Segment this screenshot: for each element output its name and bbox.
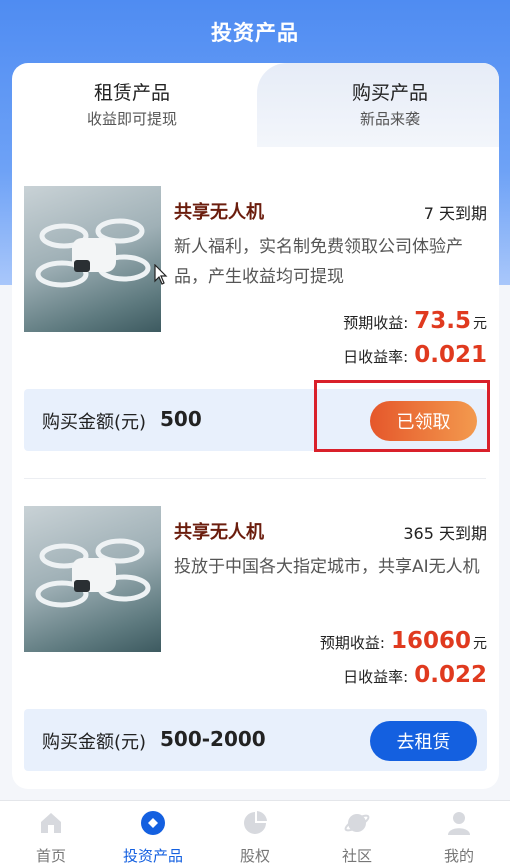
amount-label: 购买金额(元) (42, 732, 147, 753)
product-image (24, 186, 161, 332)
tab-purchase-products[interactable]: 购买产品 新品来袭 (270, 63, 499, 147)
amount-value: 500-2000 (160, 727, 266, 751)
rate-value: 0.022 (414, 662, 487, 688)
bottom-tab-bar: 首页 投资产品 股权 社区 我的 (0, 800, 510, 867)
daily-rate: 日收益率: 0.022 (343, 662, 487, 688)
rent-button[interactable]: 去租赁 (370, 721, 477, 761)
home-icon (41, 813, 61, 833)
tab-label: 投资产品 (122, 847, 183, 865)
yield-label: 预期收益: (343, 314, 409, 332)
tab-subtitle: 收益即可提现 (86, 110, 177, 128)
invest-icon (141, 811, 165, 835)
pie-chart-icon (244, 811, 267, 834)
amount-label: 购买金额(元) (42, 412, 147, 433)
tab-label: 首页 (35, 847, 66, 865)
drone-illustration (35, 218, 151, 288)
purchase-bar: 购买金额(元) 500-2000 去租赁 (24, 709, 487, 771)
product-image (24, 506, 161, 652)
tab-equity[interactable]: 股权 (204, 801, 306, 867)
tab-rental-products[interactable]: 租赁产品 收益即可提现 (12, 63, 252, 147)
product-term: 7 天到期 (423, 204, 487, 223)
card-divider (24, 478, 486, 479)
yield-unit: 元 (473, 316, 487, 332)
daily-rate: 日收益率: 0.021 (343, 342, 487, 368)
rate-label: 日收益率: (343, 668, 409, 686)
tab-label: 我的 (443, 847, 474, 865)
tab-community[interactable]: 社区 (306, 801, 408, 867)
product-description: 新人福利，实名制免费领取公司体验产品，产生收益均可提现 (174, 237, 463, 287)
user-icon (448, 812, 470, 835)
tab-subtitle: 新品来袭 (359, 110, 420, 128)
drone-illustration (35, 538, 151, 608)
expected-yield: 预期收益: 73.5 元 (343, 308, 487, 334)
yield-unit: 元 (473, 636, 487, 652)
tab-home[interactable]: 首页 (0, 801, 102, 867)
yield-value: 73.5 (414, 308, 471, 334)
tab-mine[interactable]: 我的 (408, 801, 510, 867)
highlight-box (314, 380, 490, 452)
tab-title: 租赁产品 (93, 82, 170, 104)
yield-label: 预期收益: (319, 634, 385, 652)
product-tabs: 租赁产品 收益即可提现 购买产品 新品来袭 (12, 63, 499, 147)
mouse-cursor-icon (154, 264, 168, 285)
product-name: 共享无人机 (174, 202, 264, 223)
product-term: 365 天到期 (403, 524, 487, 543)
expected-yield: 预期收益: 16060 元 (320, 628, 487, 654)
rate-label: 日收益率: (343, 348, 409, 366)
tab-label: 股权 (239, 847, 270, 865)
tab-label: 社区 (341, 847, 372, 865)
page-title: 投资产品 (211, 21, 299, 45)
product-description: 投放于中国各大指定城市，共享AI无人机 (174, 557, 480, 577)
amount-value: 500 (160, 407, 202, 431)
tab-title: 购买产品 (351, 82, 428, 104)
product-name: 共享无人机 (174, 522, 264, 543)
rate-value: 0.021 (414, 342, 487, 368)
planet-icon (344, 814, 370, 832)
yield-value: 16060 (390, 628, 471, 654)
tab-invest-products[interactable]: 投资产品 (102, 801, 204, 867)
